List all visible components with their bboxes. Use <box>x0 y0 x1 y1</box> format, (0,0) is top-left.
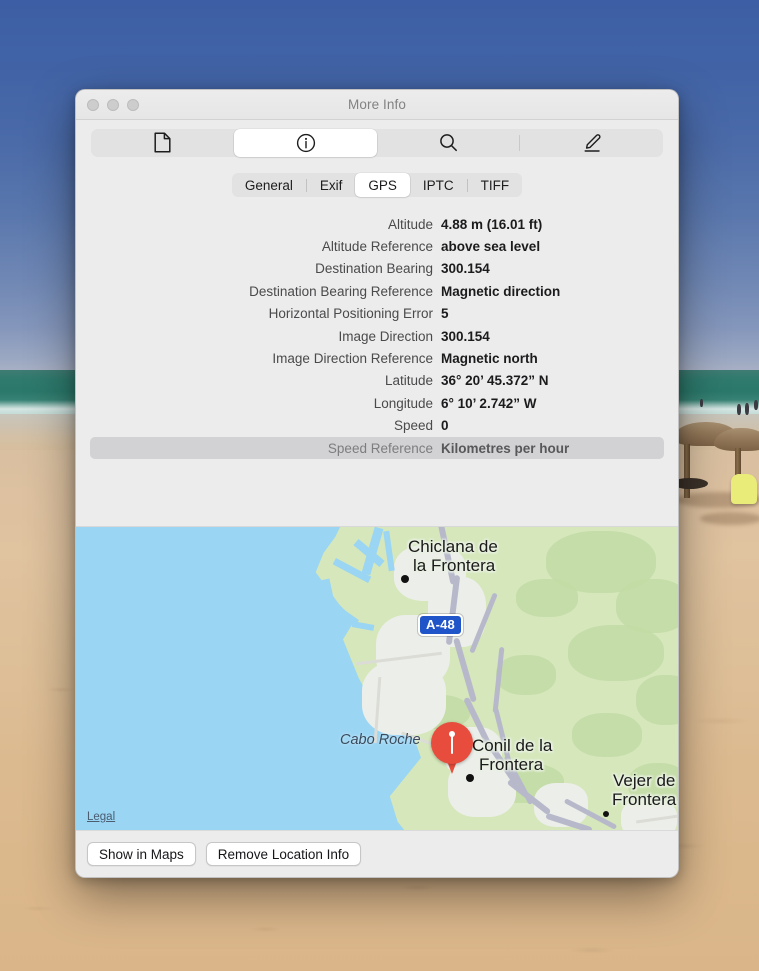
table-row[interactable]: Destination Bearing Reference Magnetic d… <box>90 280 664 302</box>
table-row[interactable]: Horizontal Positioning Error 5 <box>90 303 664 325</box>
toolbar-tab-markup[interactable] <box>520 129 663 157</box>
photo-person <box>745 403 749 415</box>
table-row-selected[interactable]: Speed Reference Kilometres per hour <box>90 436 664 460</box>
row-value: 4.88 m (16.01 ft) <box>441 216 543 232</box>
map-forest <box>516 579 578 617</box>
photo-parasol-post <box>684 444 690 498</box>
photo-parasol-shadow <box>700 512 759 525</box>
row-label: Latitude <box>384 373 433 389</box>
row-value: Magnetic north <box>441 351 538 367</box>
info-icon <box>296 133 316 153</box>
map-forest <box>568 625 664 681</box>
inspector-segmented-control <box>91 128 663 157</box>
row-value: 36° 20’ 45.372” N <box>441 373 549 389</box>
table-row[interactable]: Image Direction 300.154 <box>90 325 664 347</box>
map-label-chiclana-line1: Chiclana de <box>408 537 498 556</box>
row-label: Speed Reference <box>327 440 433 456</box>
row-label: Destination Bearing <box>315 261 433 277</box>
map-forest <box>636 675 678 725</box>
photo-yellow-bag <box>731 474 757 504</box>
row-value: Kilometres per hour <box>441 440 570 456</box>
row-value: 6° 10’ 2.742” W <box>441 395 537 411</box>
row-value: 300.154 <box>441 328 490 344</box>
toolbar-tab-document[interactable] <box>91 129 234 157</box>
row-label: Destination Bearing Reference <box>249 283 433 299</box>
map-label-vejer-line2: Frontera <box>612 790 677 809</box>
table-row[interactable]: Latitude 36° 20’ 45.372” N <box>90 370 664 392</box>
tab-iptc[interactable]: IPTC <box>410 173 467 197</box>
map-label-conil-line2: Frontera <box>479 755 544 774</box>
table-row[interactable]: Altitude 4.88 m (16.01 ft) <box>90 213 664 235</box>
row-value: Magnetic direction <box>441 283 561 299</box>
table-row[interactable]: Altitude Reference above sea level <box>90 235 664 257</box>
map-label-conil-line1: Conil de la <box>472 736 553 755</box>
markup-pencil-icon <box>582 133 602 153</box>
table-row[interactable]: Longitude 6° 10’ 2.742” W <box>90 392 664 414</box>
road-shield-a48: A-48 <box>418 614 463 636</box>
map-city-dot <box>401 575 409 583</box>
more-info-window: More Info General Exif GPS IPTC TIFF Alt… <box>75 89 679 878</box>
metadata-tabs: General Exif GPS IPTC TIFF <box>231 173 523 197</box>
row-value: above sea level <box>441 239 541 255</box>
remove-location-info-button[interactable]: Remove Location Info <box>205 842 362 866</box>
tab-exif[interactable]: Exif <box>307 173 356 197</box>
photo-person <box>754 400 758 410</box>
document-icon <box>154 132 171 153</box>
photo-person <box>700 399 703 407</box>
window-title: More Info <box>348 97 406 112</box>
table-row[interactable]: Speed 0 <box>90 415 664 437</box>
map-forest <box>496 655 556 695</box>
tab-tiff[interactable]: TIFF <box>468 173 523 197</box>
toolbar-tab-info[interactable] <box>234 128 377 157</box>
row-label: Speed <box>393 418 433 434</box>
row-label: Altitude <box>387 216 433 232</box>
table-row[interactable]: Destination Bearing 300.154 <box>90 258 664 280</box>
gps-metadata-list: Altitude 4.88 m (16.01 ft) Altitude Refe… <box>76 213 678 490</box>
map-forest <box>572 713 642 757</box>
table-row[interactable]: Image Direction Reference Magnetic north <box>90 347 664 369</box>
row-label: Image Direction Reference <box>272 351 433 367</box>
inspector-toolbar <box>76 120 678 168</box>
toolbar-tab-search[interactable] <box>377 129 520 157</box>
row-value: 5 <box>441 306 449 322</box>
tab-general[interactable]: General <box>232 173 306 197</box>
tab-gps[interactable]: GPS <box>355 173 410 197</box>
photo-person <box>737 404 741 415</box>
location-pin[interactable] <box>431 722 473 776</box>
row-label: Longitude <box>373 395 433 411</box>
row-label: Image Direction <box>338 328 433 344</box>
metadata-tabbar: General Exif GPS IPTC TIFF <box>76 168 678 197</box>
row-label: Altitude Reference <box>321 239 433 255</box>
map-label-vejer-line1: Vejer de <box>613 771 676 790</box>
map-label-cabo-roche: Cabo Roche <box>340 732 421 748</box>
map-label-chiclana-line2: la Frontera <box>413 556 496 575</box>
row-value: 0 <box>441 418 449 434</box>
search-icon <box>439 133 458 152</box>
action-bar: Show in Maps Remove Location Info <box>76 830 678 877</box>
location-map[interactable]: Chiclana de la Frontera Conil de la Fron… <box>76 526 678 832</box>
legal-link[interactable]: Legal <box>87 811 115 823</box>
window-titlebar[interactable]: More Info <box>76 90 678 120</box>
row-label: Horizontal Positioning Error <box>268 306 433 322</box>
row-value: 300.154 <box>441 261 490 277</box>
pin-needle-stem-icon <box>451 735 453 754</box>
show-in-maps-button[interactable]: Show in Maps <box>87 842 196 866</box>
map-city-dot <box>603 811 609 817</box>
